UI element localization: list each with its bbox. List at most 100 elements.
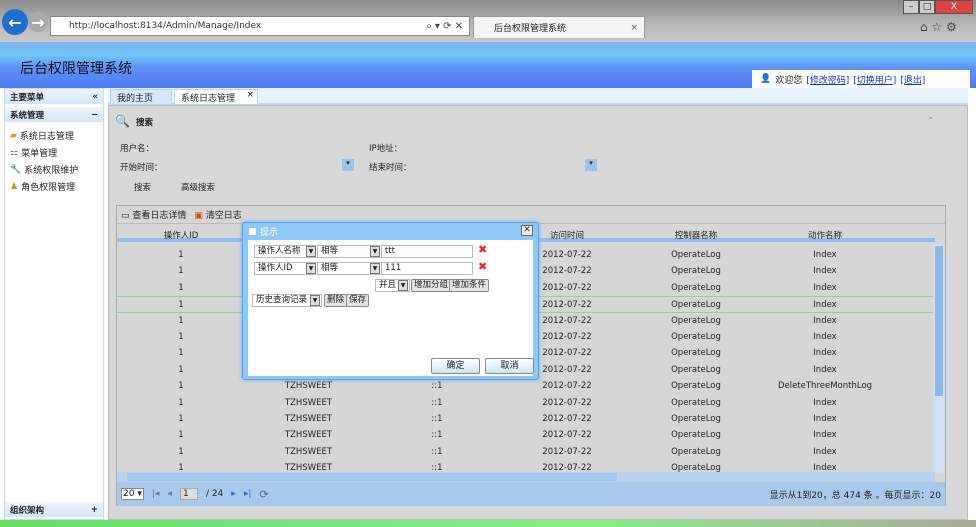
table-cell: 1 <box>178 446 184 457</box>
horizontal-scrollbar[interactable] <box>117 472 935 482</box>
close-tab-icon[interactable]: × <box>630 23 638 33</box>
sidebar-item-log[interactable]: ▰ 系统日志管理 <box>5 127 103 144</box>
ok-button[interactable]: 确定 <box>431 358 480 374</box>
next-page-icon[interactable]: ▸ <box>231 489 236 499</box>
user-icon: 👤 <box>760 74 772 84</box>
sidebar-header: 主要菜单 « <box>5 89 103 104</box>
table-cell: ::1 <box>431 446 443 457</box>
switch-user-link[interactable]: [切换用户] <box>853 73 896 86</box>
last-page-icon[interactable]: ▸| <box>244 489 252 499</box>
close-window-button[interactable]: X <box>935 0 973 14</box>
table-cell: OperateLog <box>671 315 721 326</box>
table-cell: OperateLog <box>671 381 721 392</box>
table-cell: OperateLog <box>671 282 721 293</box>
dropdown-arrow-icon[interactable]: ▼ <box>370 263 380 274</box>
browser-tab[interactable]: 后台权限管理系统 × <box>473 16 645 38</box>
clear-log-button[interactable]: ▣ 清空日志 <box>194 208 241 221</box>
remove-condition-icon[interactable]: ✖ <box>478 243 487 256</box>
table-cell: 1 <box>178 397 184 408</box>
condition-value-input[interactable]: ttt <box>381 245 473 258</box>
dropdown-arrow-icon[interactable]: ▼ <box>398 280 408 291</box>
search-button[interactable]: 搜索 <box>134 181 151 193</box>
minimize-button[interactable]: – <box>903 0 919 14</box>
condition-value: 111 <box>385 263 402 273</box>
prev-page-icon[interactable]: ◂ <box>167 489 172 499</box>
table-cell: 1 <box>178 332 184 342</box>
start-time-input[interactable]: ▾ <box>184 157 354 171</box>
table-cell: OperateLog <box>671 364 721 375</box>
clear-icon: ▣ <box>194 211 203 221</box>
table-row[interactable]: 1 TZHSWEET::1 2012-07-22 OperateLog Index <box>117 395 935 411</box>
table-row[interactable]: 1 TZHSWEET::1 2012-07-22 OperateLog Index <box>117 411 935 427</box>
delete-history-button[interactable]: 删除 <box>324 294 348 307</box>
first-page-icon[interactable]: |◂ <box>152 489 160 499</box>
view-detail-button[interactable]: ▭ 查看日志详情 <box>121 208 186 221</box>
change-password-link[interactable]: [修改密码] <box>806 73 849 86</box>
sidebar-item-roles[interactable]: ♟ 角色权限管理 <box>5 178 103 195</box>
table-row[interactable]: 1 TZHSWEET::1 2012-07-22 OperateLog Index <box>117 444 935 460</box>
sidebar-group-org[interactable]: 组织架构 + <box>5 502 103 517</box>
add-condition-button[interactable]: 增加条件 <box>449 279 490 292</box>
sidebar-group-system[interactable]: 系统管理 − <box>5 107 103 122</box>
table-cell: OperateLog <box>671 300 721 311</box>
ip-input[interactable] <box>424 138 594 152</box>
table-cell: ::1 <box>431 414 443 424</box>
condition-value-input[interactable]: 111 <box>381 262 473 275</box>
sidebar-item-permission[interactable]: 🔧 系统权限维护 <box>5 161 103 178</box>
forward-button[interactable]: → <box>28 12 48 32</box>
pager-summary: 显示从1到20，总 474 条 。每页显示：20 <box>769 490 941 501</box>
table-cell: TZHSWEET <box>284 397 333 408</box>
query-dialog: 提示 ✕ 操作人名称 ▼ 相等 ▼ ttt ✖ 操作人ID ▼ 相等 ▼ 111… <box>242 222 539 380</box>
cancel-button[interactable]: 取消 <box>485 358 534 374</box>
dropdown-arrow-icon[interactable]: ▼ <box>306 263 316 274</box>
refresh-icon[interactable]: ⟳ <box>259 488 268 501</box>
tab-label: 我的主页 <box>117 93 154 104</box>
table-cell: 2012-07-22 <box>542 397 592 408</box>
tab-log[interactable]: 系统日志管理 × <box>174 89 258 105</box>
remove-condition-icon[interactable]: ✖ <box>478 260 487 273</box>
tab-bar: 我的主页 系统日志管理 × <box>108 88 968 105</box>
save-history-button[interactable]: 保存 <box>346 294 370 307</box>
address-tools-icon[interactable]: ⌕ ▾ ⟳ ✕ <box>426 21 463 32</box>
calendar-dropdown-icon[interactable]: ▾ <box>342 159 354 171</box>
expand-icon[interactable]: + <box>91 505 98 515</box>
maximize-button[interactable]: □ <box>919 0 935 14</box>
calendar-dropdown-icon[interactable]: ▾ <box>585 159 597 171</box>
address-bar[interactable]: http://localhost:8134/Admin/Manage/Index… <box>50 16 470 36</box>
advanced-search-button[interactable]: 高级搜索 <box>181 181 215 193</box>
collapse-panel-icon[interactable]: ⌃ <box>927 116 934 126</box>
collapse-icon[interactable]: « <box>93 92 99 102</box>
home-star-gear-icon[interactable]: ⌂ ☆ ⚙ <box>920 20 957 34</box>
detail-icon: ▭ <box>121 211 130 221</box>
dropdown-arrow-icon[interactable]: ▼ <box>306 246 316 257</box>
table-cell: 1 <box>178 315 184 326</box>
group-toggle-icon[interactable]: − <box>91 110 98 120</box>
table-row[interactable]: 1 TZHSWEET::1 2012-07-22 OperateLog DeleteTh… <box>117 378 935 394</box>
dialog-close-button[interactable]: ✕ <box>521 225 533 236</box>
page-input[interactable]: 1 <box>179 488 198 500</box>
back-button[interactable]: ← <box>2 9 28 35</box>
table-cell: Index <box>813 446 837 457</box>
table-cell: TZHSWEET <box>284 381 333 392</box>
username-input[interactable] <box>184 138 354 152</box>
logout-link[interactable]: [退出] <box>900 73 925 86</box>
page-size-select[interactable]: 20 ▾ <box>121 488 144 500</box>
group-title: 系统管理 <box>10 110 45 121</box>
table-row[interactable]: 1 TZHSWEET::1 2012-07-22 OperateLog Index <box>117 427 935 443</box>
end-time-input[interactable]: ▾ <box>424 157 597 171</box>
tab-home[interactable]: 我的主页 <box>110 89 172 105</box>
close-tab-icon[interactable]: × <box>246 90 254 100</box>
total-pages: / 24 <box>205 489 224 499</box>
column-header[interactable]: 操作人ID <box>117 229 245 241</box>
add-group-button[interactable]: 增加分组 <box>411 279 452 292</box>
dropdown-arrow-icon[interactable]: ▼ <box>310 295 320 306</box>
column-header[interactable]: 动作名称 <box>760 229 890 241</box>
table-cell: 1 <box>178 266 184 277</box>
logic-value: 并且 <box>379 280 397 290</box>
sidebar-item-menu[interactable]: ⚏ 菜单管理 <box>5 144 103 161</box>
column-header[interactable]: 控制器名称 <box>632 229 760 241</box>
vertical-scrollbar[interactable] <box>933 244 945 474</box>
table-cell: OperateLog <box>671 414 721 424</box>
dropdown-arrow-icon[interactable]: ▼ <box>370 246 380 257</box>
table-cell: 1 <box>178 348 184 359</box>
